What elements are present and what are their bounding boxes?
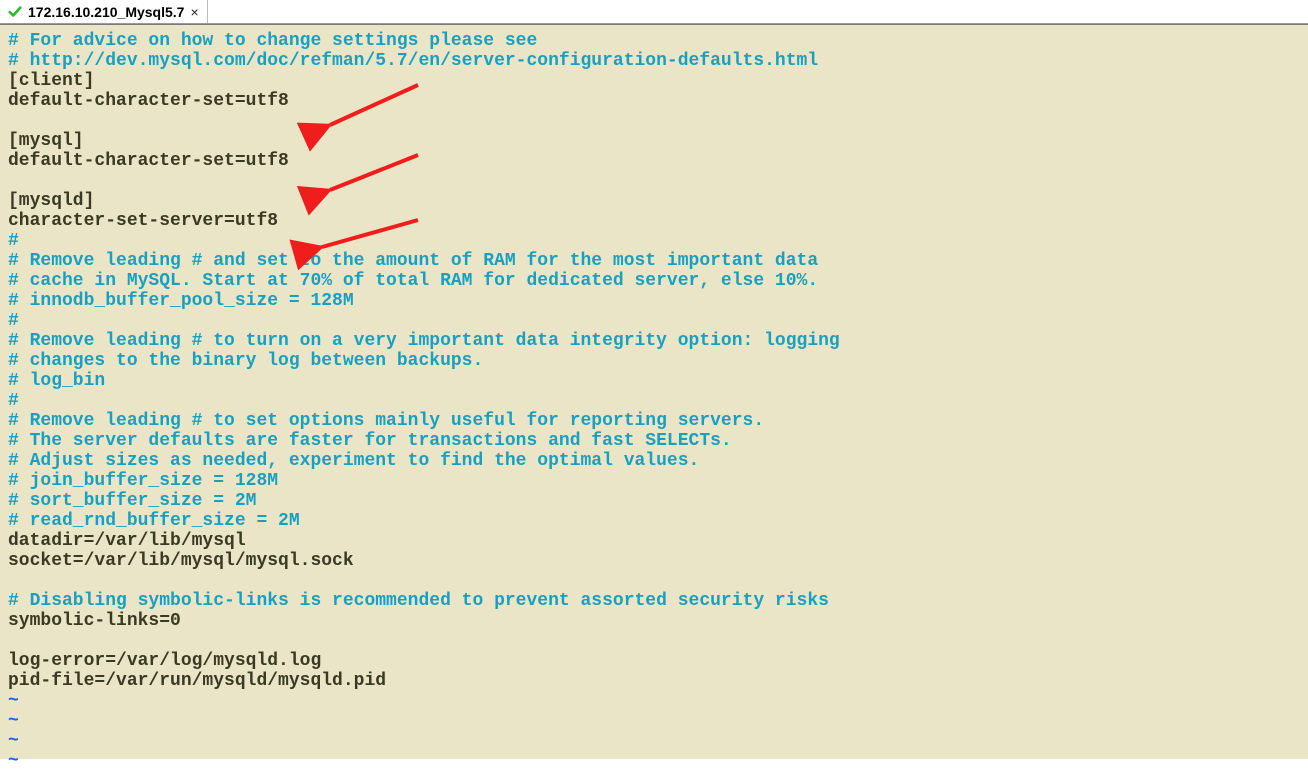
tab-bar: 172.16.10.210_Mysql5.7 × xyxy=(0,0,1308,24)
check-icon xyxy=(8,5,22,19)
code-line: default-character-set=utf8 xyxy=(8,91,1300,111)
code-line xyxy=(8,111,1300,131)
code-content: # For advice on how to change settings p… xyxy=(0,25,1308,771)
code-line: # xyxy=(8,231,1300,251)
code-line: [client] xyxy=(8,71,1300,91)
code-line: log-error=/var/log/mysqld.log xyxy=(8,651,1300,671)
code-line xyxy=(8,171,1300,191)
code-line: # Remove leading # to turn on a very imp… xyxy=(8,331,1300,351)
code-line: [mysql] xyxy=(8,131,1300,151)
code-line: # http://dev.mysql.com/doc/refman/5.7/en… xyxy=(8,51,1300,71)
code-line: # cache in MySQL. Start at 70% of total … xyxy=(8,271,1300,291)
code-line: # xyxy=(8,311,1300,331)
code-line: # The server defaults are faster for tra… xyxy=(8,431,1300,451)
code-line: # For advice on how to change settings p… xyxy=(8,31,1300,51)
code-line: symbolic-links=0 xyxy=(8,611,1300,631)
code-line: character-set-server=utf8 xyxy=(8,211,1300,231)
tab-mysql-config[interactable]: 172.16.10.210_Mysql5.7 × xyxy=(0,0,208,23)
code-line: ~ xyxy=(8,711,1300,731)
code-line: # innodb_buffer_pool_size = 128M xyxy=(8,291,1300,311)
code-line: # log_bin xyxy=(8,371,1300,391)
code-line: default-character-set=utf8 xyxy=(8,151,1300,171)
code-line: # xyxy=(8,391,1300,411)
code-line: # read_rnd_buffer_size = 2M xyxy=(8,511,1300,531)
code-line: ~ xyxy=(8,751,1300,771)
close-icon[interactable]: × xyxy=(190,5,198,19)
code-line: # join_buffer_size = 128M xyxy=(8,471,1300,491)
code-line: # Remove leading # to set options mainly… xyxy=(8,411,1300,431)
code-line: datadir=/var/lib/mysql xyxy=(8,531,1300,551)
code-line: # Disabling symbolic-links is recommende… xyxy=(8,591,1300,611)
code-line xyxy=(8,631,1300,651)
code-line xyxy=(8,571,1300,591)
code-line: [mysqld] xyxy=(8,191,1300,211)
code-line: ~ xyxy=(8,731,1300,751)
editor-pane[interactable]: # For advice on how to change settings p… xyxy=(0,24,1308,759)
code-line: pid-file=/var/run/mysqld/mysqld.pid xyxy=(8,671,1300,691)
code-line: ~ xyxy=(8,691,1300,711)
tab-label: 172.16.10.210_Mysql5.7 xyxy=(28,4,184,20)
code-line: # Remove leading # and set to the amount… xyxy=(8,251,1300,271)
code-line: # sort_buffer_size = 2M xyxy=(8,491,1300,511)
code-line: socket=/var/lib/mysql/mysql.sock xyxy=(8,551,1300,571)
code-line: # changes to the binary log between back… xyxy=(8,351,1300,371)
code-line: # Adjust sizes as needed, experiment to … xyxy=(8,451,1300,471)
